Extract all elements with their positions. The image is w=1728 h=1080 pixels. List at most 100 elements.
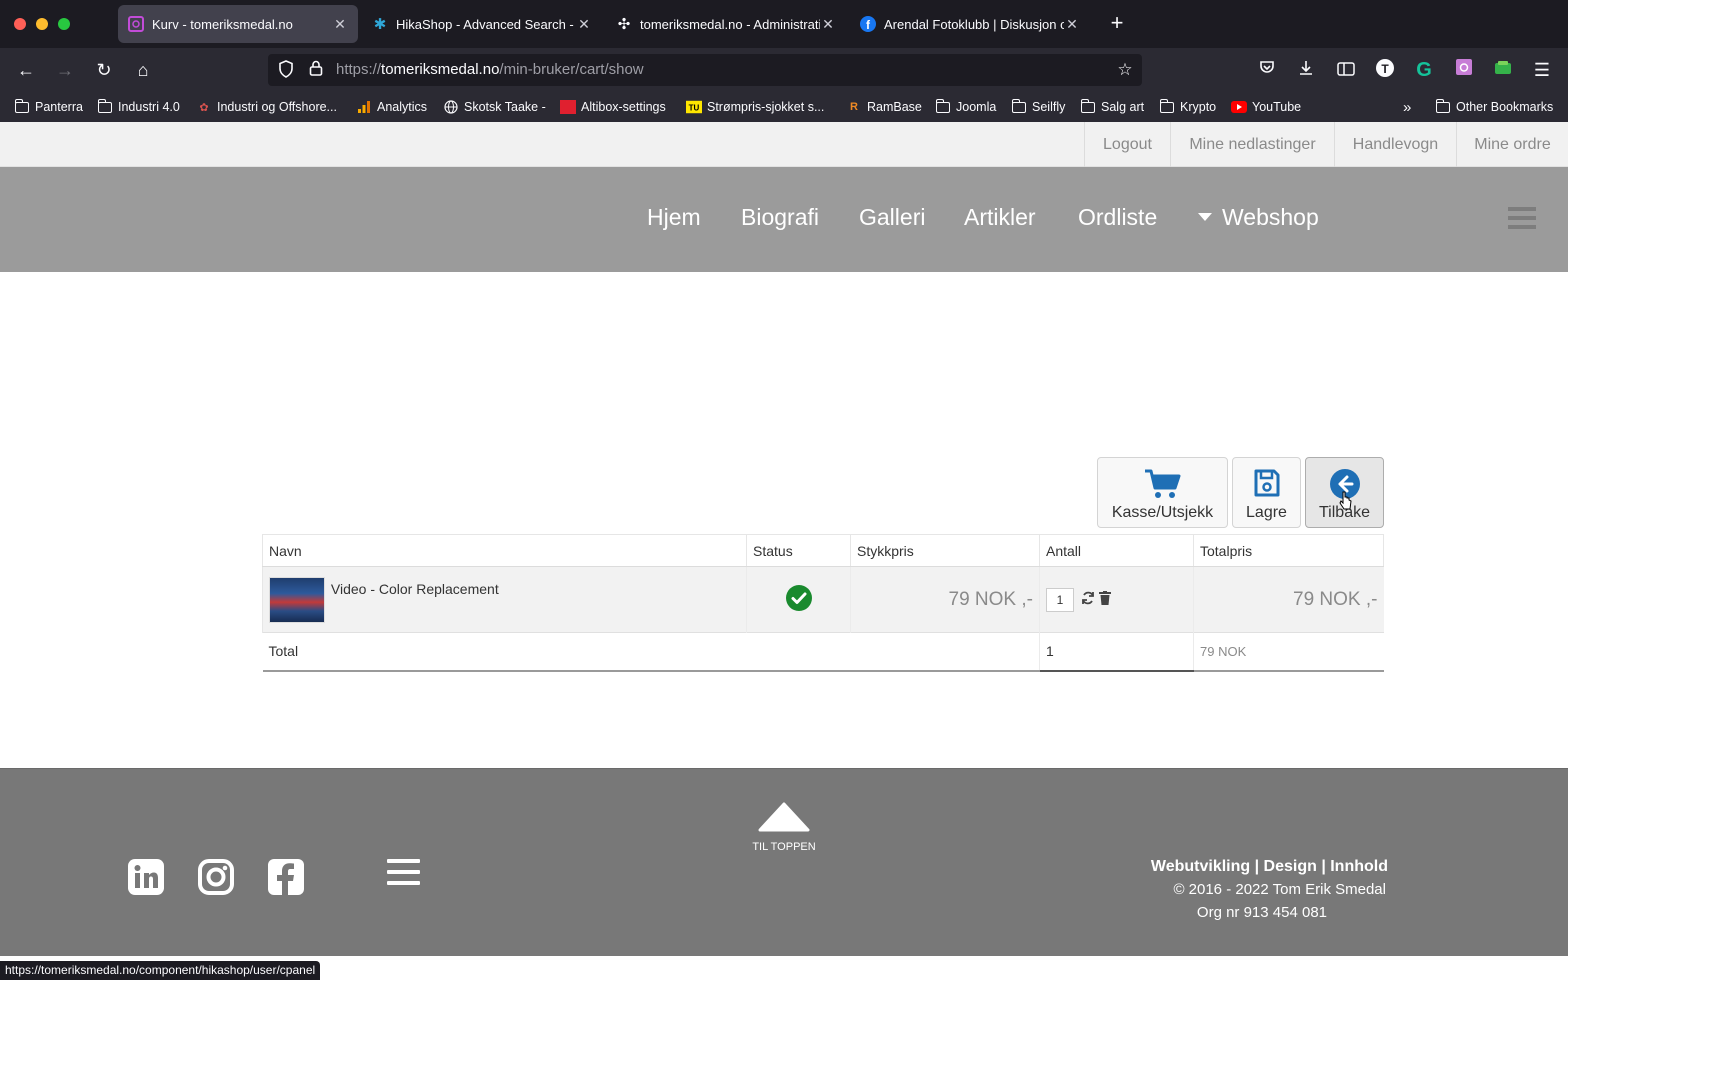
folder-icon [97, 98, 113, 114]
footer-copyright: © 2016 - 2022 Tom Erik Smedal [1173, 881, 1386, 898]
app-menu-icon[interactable]: ☰ [1530, 58, 1554, 82]
arrow-up-icon[interactable] [758, 802, 810, 832]
tab-hikashop[interactable]: ✱ HikaShop - Advanced Search - H ✕ [362, 5, 602, 43]
close-icon[interactable]: ✕ [1064, 16, 1080, 33]
hikashop-icon: ✱ [373, 16, 387, 33]
nav-biography[interactable]: Biografi [741, 204, 819, 231]
close-icon[interactable]: ✕ [332, 16, 348, 33]
bookmark-star-icon[interactable]: ☆ [1115, 60, 1135, 80]
nav-webshop[interactable]: Webshop [1198, 204, 1319, 231]
bookmark-youtube[interactable]: YouTube [1231, 98, 1301, 116]
chevron-double-right-icon[interactable]: » [1403, 98, 1411, 116]
analytics-icon [356, 100, 372, 114]
link-status-bar: https://tomeriksmedal.no/component/hikas… [0, 961, 321, 980]
green-extension-icon[interactable] [1491, 58, 1515, 82]
bookmark-label: Joomla [956, 100, 997, 114]
rambase-icon: R [850, 101, 858, 113]
footer-org-number: Org nr 913 454 081 [1196, 904, 1327, 921]
bookmark-altibox[interactable]: Altibox-settings [560, 98, 666, 116]
sidebar-icon[interactable] [1334, 58, 1358, 82]
bookmark-strompris[interactable]: TU Strømpris-sjokket s... [686, 98, 824, 116]
column-header-name: Navn [262, 534, 747, 567]
folder-icon [935, 98, 951, 114]
save-label: Lagre [1246, 504, 1287, 521]
site-icon: ✿ [199, 101, 209, 114]
item-quantity-cell: 1 [1039, 566, 1194, 633]
bookmark-skotsk-taake[interactable]: Skotsk Taake - [443, 98, 546, 116]
close-icon[interactable]: ✕ [576, 16, 592, 33]
url-text[interactable]: https://tomeriksmedal.no/min-bruker/cart… [336, 61, 644, 78]
total-quantity: 1 [1039, 632, 1194, 672]
column-header-total-price: Totalpris [1193, 534, 1384, 567]
home-icon[interactable]: ⌂ [131, 58, 155, 82]
linkedin-icon[interactable] [127, 858, 165, 896]
maximize-window-button[interactable] [58, 18, 70, 30]
logout-link[interactable]: Logout [1084, 122, 1170, 167]
grammarly-icon[interactable]: G [1412, 58, 1436, 82]
tab-title: HikaShop - Advanced Search - H [396, 16, 576, 32]
bookmark-label: Krypto [1180, 100, 1217, 114]
refresh-icon[interactable] [1081, 591, 1095, 608]
tab-facebook[interactable]: f Arendal Fotoklubb | Diskusjon o ✕ [850, 5, 1090, 43]
lock-icon[interactable] [306, 60, 326, 80]
quantity-input[interactable]: 1 [1046, 587, 1074, 612]
reload-icon[interactable]: ↻ [92, 58, 116, 82]
forward-arrow-icon[interactable]: → [53, 58, 77, 82]
tab-joomla-admin[interactable]: ✣ tomeriksmedal.no - Administrati ✕ [606, 5, 846, 43]
folder-icon [1159, 98, 1175, 114]
tab-title: Arendal Fotoklubb | Diskusjon o [884, 16, 1064, 32]
folder-icon [14, 98, 30, 114]
product-thumbnail[interactable] [269, 576, 325, 623]
bookmark-label: Analytics [377, 100, 428, 114]
cart-link[interactable]: Handlevogn [1334, 122, 1456, 167]
bookmark-joomla[interactable]: Joomla [935, 98, 996, 116]
folder-icon [1435, 98, 1451, 114]
bookmark-industri-offshore[interactable]: ✿ Industri og Offshore... [196, 98, 337, 116]
to-top-label[interactable]: TIL TOPPEN [734, 841, 834, 853]
new-tab-button[interactable]: + [1106, 12, 1128, 34]
nav-articles[interactable]: Artikler [964, 204, 1036, 231]
nav-gallery[interactable]: Galleri [859, 204, 925, 231]
close-window-button[interactable] [14, 18, 26, 30]
screenshot-extension-icon[interactable] [1452, 58, 1476, 82]
bookmark-krypto[interactable]: Krypto [1159, 98, 1216, 116]
nav-home[interactable]: Hjem [647, 204, 701, 231]
orders-link[interactable]: Mine ordre [1456, 122, 1568, 167]
product-name-link[interactable]: Video - Color Replacement [331, 581, 499, 597]
hamburger-menu-icon[interactable] [1508, 207, 1536, 231]
table-row: Video - Color Replacement 79 NOK ,- 1 79… [262, 566, 1384, 633]
pocket-icon[interactable] [1255, 58, 1279, 82]
bookmark-panterra[interactable]: Panterra [14, 98, 83, 116]
mouse-pointer-icon [1339, 491, 1352, 510]
shield-icon[interactable] [276, 60, 296, 80]
bookmark-seilfly[interactable]: Seilfly [1011, 98, 1065, 116]
bookmark-analytics[interactable]: Analytics [356, 98, 427, 116]
item-status-cell [746, 566, 851, 633]
bookmark-label: Panterra [35, 100, 83, 114]
download-icon[interactable] [1294, 58, 1318, 82]
downloads-link[interactable]: Mine nedlastinger [1170, 122, 1334, 167]
tab-cart[interactable]: Kurv - tomeriksmedal.no ✕ [118, 5, 358, 43]
bookmark-label: YouTube [1252, 100, 1302, 114]
bookmark-label: Other Bookmarks [1456, 100, 1554, 114]
back-arrow-icon[interactable]: ← [14, 58, 38, 82]
bookmark-rambase[interactable]: R RamBase [846, 98, 922, 116]
instagram-icon[interactable] [197, 858, 235, 896]
bookmark-salg-art[interactable]: Salg art [1080, 98, 1144, 116]
nav-webshop-label: Webshop [1222, 204, 1319, 230]
extension-t-icon[interactable]: T [1373, 58, 1397, 82]
cart-table: Navn Status Stykkpris Antall Totalpris V… [262, 534, 1384, 672]
close-icon[interactable]: ✕ [820, 16, 836, 33]
bookmark-other[interactable]: Other Bookmarks [1435, 98, 1553, 116]
url-domain: tomeriksmedal.no [381, 61, 500, 78]
save-button[interactable]: Lagre [1232, 457, 1301, 528]
trash-icon[interactable] [1098, 591, 1111, 608]
checkout-button[interactable]: Kasse/Utsjekk [1097, 457, 1228, 528]
column-header-status: Status [746, 534, 851, 567]
nav-glossary[interactable]: Ordliste [1078, 204, 1157, 231]
minimize-window-button[interactable] [36, 18, 48, 30]
footer-menu-icon[interactable] [387, 859, 420, 887]
bookmark-industri-40[interactable]: Industri 4.0 [97, 98, 180, 116]
facebook-square-icon[interactable] [267, 858, 305, 896]
facebook-icon: f [860, 16, 876, 32]
